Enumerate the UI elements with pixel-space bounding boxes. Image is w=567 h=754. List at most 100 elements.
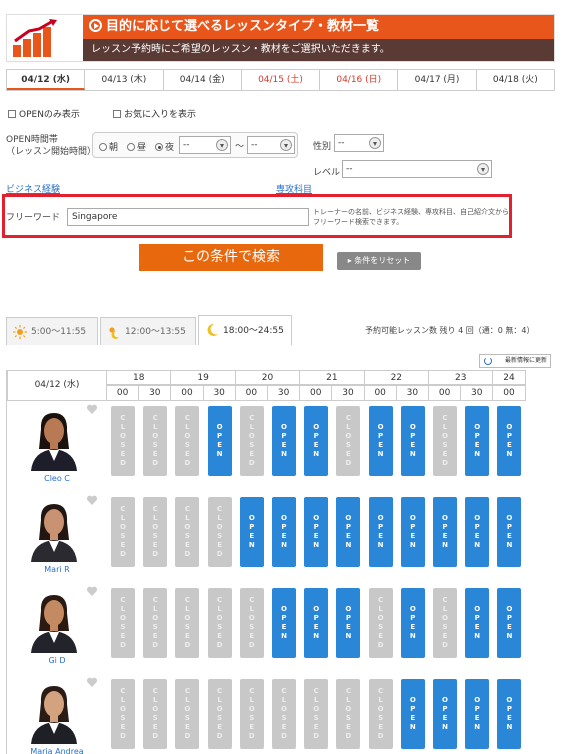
slot-letter: L xyxy=(152,605,158,613)
trainer-name[interactable]: Gi D xyxy=(7,656,107,665)
tab-date-1[interactable]: 04/13 (木) xyxy=(85,70,164,90)
slot-letter: S xyxy=(120,441,126,449)
hour-header: 22 xyxy=(364,370,429,385)
trainer-photo-frame[interactable] xyxy=(25,409,83,471)
gender-select[interactable]: -- xyxy=(334,134,384,152)
open-slot-button[interactable]: OPEN xyxy=(304,497,329,567)
radio-night[interactable]: 夜 xyxy=(155,140,174,153)
open-slot-button[interactable]: OPEN xyxy=(465,497,490,567)
open-slot-button[interactable]: OPEN xyxy=(497,497,522,567)
slot-letter: L xyxy=(217,605,222,613)
tab-date-4[interactable]: 04/16 (日) xyxy=(320,70,399,90)
open-slot-button[interactable]: OPEN xyxy=(336,497,361,567)
open-slot-button[interactable]: OPEN xyxy=(304,406,329,476)
heart-icon[interactable] xyxy=(86,403,98,415)
slot-letter: O xyxy=(442,696,448,704)
trainer-photo-frame[interactable] xyxy=(25,500,83,562)
open-slot-button[interactable]: OPEN xyxy=(272,406,296,476)
slot-letter: N xyxy=(474,723,481,731)
open-slot-button[interactable]: OPEN xyxy=(433,679,457,749)
lesson-type-banner[interactable]: 目的に応じて選べるレッスンタイプ・教材一覧 レッスン予約時にご希望のレッスン・教… xyxy=(6,14,555,62)
slot-letter: L xyxy=(249,605,255,613)
open-slot-button[interactable]: OPEN xyxy=(207,406,232,476)
minute-header: 30 xyxy=(203,385,236,401)
open-slot-button[interactable]: OPEN xyxy=(400,679,425,749)
trainer-card[interactable]: Cleo C xyxy=(7,401,107,491)
trainer-card[interactable]: Gi D xyxy=(7,583,107,673)
slot-letter: E xyxy=(345,623,351,631)
open-slot-button[interactable]: OPEN xyxy=(272,497,296,567)
trainer-name[interactable]: Cleo C xyxy=(7,474,107,483)
tab-morning[interactable]: 5:00〜11:55 xyxy=(6,317,98,345)
freeword-input[interactable]: Singapore xyxy=(67,208,309,226)
open-slot-button[interactable]: OPEN xyxy=(400,588,425,658)
closed-slot: CLOSED xyxy=(175,406,200,476)
trainer-photo-frame[interactable] xyxy=(25,591,83,653)
open-slot-button[interactable]: OPEN xyxy=(497,679,522,749)
tab-date-3[interactable]: 04/15 (土) xyxy=(241,70,321,90)
open-only-checkbox[interactable]: OPENのみ表示 xyxy=(8,107,80,120)
open-slot-button[interactable]: OPEN xyxy=(368,497,393,567)
slot-letter: O xyxy=(248,705,255,713)
slot-letter: L xyxy=(346,423,351,431)
gender-label: 性別 xyxy=(313,142,332,152)
open-slot-button[interactable]: OPEN xyxy=(465,406,490,476)
open-slot-button[interactable]: OPEN xyxy=(304,588,329,658)
tab-date-5[interactable]: 04/17 (月) xyxy=(398,70,477,90)
refresh-button[interactable]: 最新情報に更新 xyxy=(479,354,551,368)
slot-letter: O xyxy=(152,705,159,713)
minute-header: 00 xyxy=(493,385,526,401)
favorites-checkbox[interactable]: お気に入りを表示 xyxy=(113,107,196,120)
trainer-card[interactable]: Mari R xyxy=(7,492,107,582)
slot-letter: O xyxy=(281,514,287,522)
slot-letter: N xyxy=(281,541,287,549)
slot-letter: N xyxy=(377,450,384,458)
trainer-name[interactable]: Maria Andrea xyxy=(7,747,107,754)
level-select[interactable]: -- xyxy=(342,160,492,178)
closed-slot: CLOSED xyxy=(111,588,135,658)
slot-letter: N xyxy=(442,723,448,731)
open-slot-button[interactable]: OPEN xyxy=(400,406,425,476)
slot-letter: O xyxy=(281,423,287,431)
open-slot-button[interactable]: OPEN xyxy=(465,588,490,658)
slot-letter: E xyxy=(345,532,351,540)
schedule-date: 04/12 (水) xyxy=(7,370,107,401)
reset-button[interactable]: ▸ 条件をリセット xyxy=(337,252,421,270)
trainer-name[interactable]: Mari R xyxy=(7,565,107,574)
time-from-select[interactable]: -- xyxy=(179,136,231,154)
open-slot-button[interactable]: OPEN xyxy=(272,588,296,658)
slot-letter: E xyxy=(442,632,448,640)
open-slot-button[interactable]: OPEN xyxy=(368,406,393,476)
slot-letter: S xyxy=(217,714,223,722)
open-slot-button[interactable]: OPEN xyxy=(400,497,425,567)
open-slot-button[interactable]: OPEN xyxy=(239,497,264,567)
open-slot-button[interactable]: OPEN xyxy=(497,588,522,658)
tab-date-2[interactable]: 04/14 (金) xyxy=(163,70,242,90)
open-slot-button[interactable]: OPEN xyxy=(465,679,490,749)
heart-icon[interactable] xyxy=(86,494,98,506)
tab-afternoon[interactable]: 12:00〜13:55 xyxy=(100,317,196,345)
slot-letter: O xyxy=(442,432,448,440)
tab-date-0[interactable]: 04/12 (水) xyxy=(7,70,86,90)
open-slot-button[interactable]: OPEN xyxy=(336,588,361,658)
radio-morning[interactable]: 朝 xyxy=(99,140,118,153)
tab-night[interactable]: 18:00〜24:55 xyxy=(198,315,292,345)
time-to-select[interactable]: -- xyxy=(247,136,295,154)
heart-icon[interactable] xyxy=(86,676,98,688)
slot-letter: C xyxy=(184,687,190,695)
slot-letter: L xyxy=(152,423,158,431)
search-button[interactable]: この条件で検索 xyxy=(139,244,323,271)
tab-night-label: 18:00〜24:55 xyxy=(223,326,284,336)
slot-letter: C xyxy=(313,687,319,695)
heart-icon[interactable] xyxy=(86,585,98,597)
closed-slot: CLOSED xyxy=(336,406,361,476)
slot-letter: N xyxy=(474,541,481,549)
tab-date-6[interactable]: 04/18 (火) xyxy=(476,70,554,90)
slot-letter: E xyxy=(184,632,190,640)
radio-day[interactable]: 昼 xyxy=(127,140,146,153)
trainer-card[interactable]: Maria Andrea xyxy=(7,674,107,754)
trainer-photo-frame[interactable] xyxy=(25,682,83,744)
open-slot-button[interactable]: OPEN xyxy=(433,497,457,567)
open-slot-button[interactable]: OPEN xyxy=(497,406,522,476)
slot-letter: E xyxy=(120,450,126,458)
